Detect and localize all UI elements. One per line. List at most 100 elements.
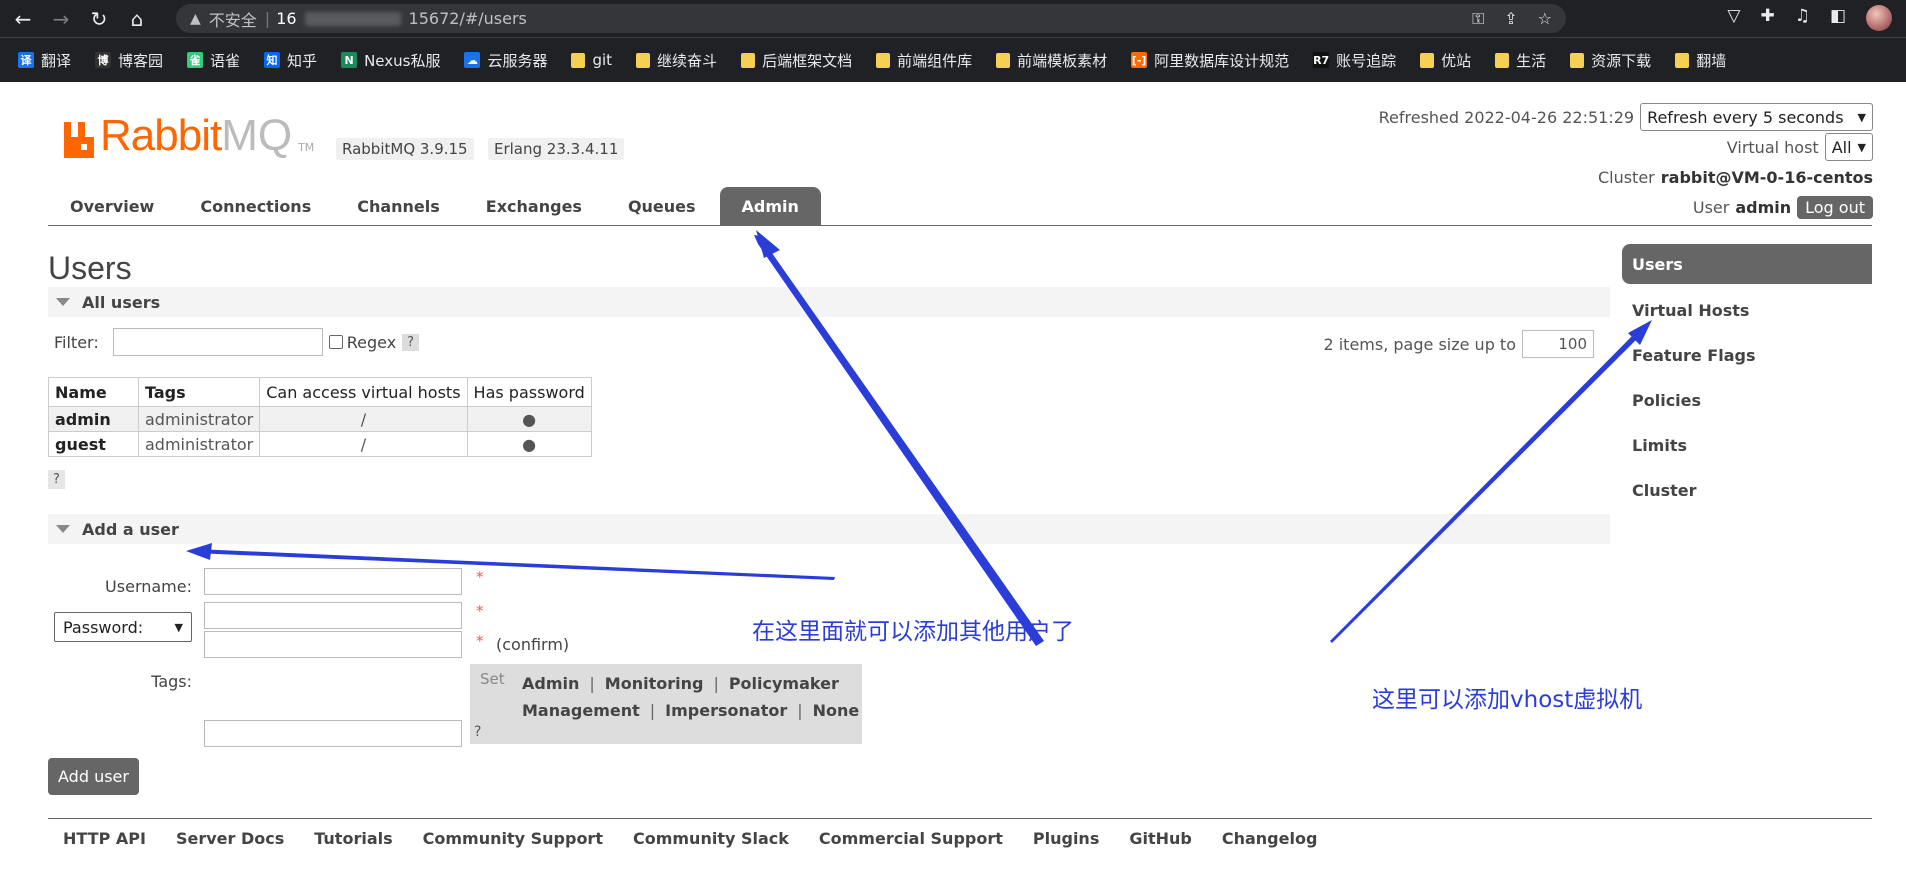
bookmark-item[interactable]: 翻墙: [1675, 50, 1726, 71]
zhihu-icon: 知: [264, 52, 281, 68]
refresh-interval-select[interactable]: Refresh every 5 seconds ▼: [1640, 103, 1873, 131]
bookmark-item[interactable]: 雀语雀: [187, 50, 240, 71]
add-user-button[interactable]: Add user: [48, 758, 139, 795]
bookmark-item[interactable]: 前端组件库: [876, 50, 972, 71]
footer-link-changelog[interactable]: Changelog: [1222, 829, 1318, 848]
bookmark-item[interactable]: 前端模板素材: [996, 50, 1107, 71]
vhost-label: Virtual host: [1726, 137, 1819, 157]
footer-link-plugins[interactable]: Plugins: [1033, 829, 1099, 848]
tab-overview[interactable]: Overview: [48, 187, 176, 225]
bookmark-item[interactable]: git: [571, 51, 612, 69]
tags-label: Tags:: [151, 672, 192, 691]
all-users-section-header[interactable]: All users: [48, 287, 1610, 317]
tag-admin-link[interactable]: Admin: [522, 674, 579, 693]
tag-management-link[interactable]: Management: [522, 701, 640, 720]
sidebar-item-policies[interactable]: Policies: [1622, 378, 1872, 423]
username-input[interactable]: [204, 568, 462, 595]
tag-impersonator-link[interactable]: Impersonator: [665, 701, 787, 720]
bookmark-label: 继续奋斗: [657, 51, 718, 70]
page-title: Users: [48, 250, 132, 286]
bookmark-item[interactable]: ☁ 云服务器: [464, 50, 547, 71]
bookmark-item[interactable]: 译翻译: [18, 50, 71, 71]
page-size-input[interactable]: 100: [1522, 330, 1594, 358]
sidebar-item-virtual-hosts[interactable]: Virtual Hosts: [1622, 288, 1872, 333]
footer-link-server-docs[interactable]: Server Docs: [176, 829, 284, 848]
footer-link-http-api[interactable]: HTTP API: [63, 829, 146, 848]
bookmark-item[interactable]: [-] 阿里数据库设计规范: [1131, 50, 1289, 71]
nexus-icon: N: [341, 52, 358, 68]
regex-help-button[interactable]: ?: [402, 333, 420, 351]
bookmark-item[interactable]: 继续奋斗: [636, 50, 717, 71]
column-header-has-password[interactable]: Has password: [466, 377, 592, 407]
user-name-link[interactable]: guest: [48, 431, 139, 457]
column-header-vhosts[interactable]: Can access virtual hosts: [259, 377, 468, 407]
password-select-value: Password:: [63, 617, 144, 637]
footer-link-github[interactable]: GitHub: [1129, 829, 1192, 848]
password-type-select[interactable]: Password: ▼: [54, 612, 192, 642]
add-user-section-header[interactable]: Add a user: [48, 514, 1610, 544]
column-header-name[interactable]: Name: [48, 377, 139, 407]
table-row[interactable]: admin administrator / ●: [48, 406, 592, 432]
bookmark-item[interactable]: 优站: [1420, 50, 1471, 71]
bookmark-label: 前端模板素材: [1017, 51, 1108, 70]
sidebar-item-cluster[interactable]: Cluster: [1622, 468, 1872, 513]
tab-exchanges[interactable]: Exchanges: [464, 187, 604, 225]
profile-avatar[interactable]: [1866, 5, 1892, 31]
sidebar-item-feature-flags[interactable]: Feature Flags: [1622, 333, 1872, 378]
address-bar[interactable]: ▲ 不安全 | 16 15672/#/users ⚿ ⇪ ☆: [176, 4, 1566, 33]
table-row[interactable]: guest administrator / ●: [48, 431, 592, 457]
bookmark-item[interactable]: 博博客园: [95, 50, 163, 71]
forward-arrow-icon[interactable]: →: [46, 4, 76, 34]
tab-queues[interactable]: Queues: [606, 187, 718, 225]
bookmark-item[interactable]: 资源下载: [1570, 50, 1651, 71]
table-help-button[interactable]: ?: [48, 470, 65, 489]
bookmark-item[interactable]: 生活: [1495, 50, 1546, 71]
tag-monitoring-link[interactable]: Monitoring: [605, 674, 704, 693]
footer-link-tutorials[interactable]: Tutorials: [314, 829, 392, 848]
set-label: Set: [480, 670, 505, 688]
url-path: 15672/#/users: [408, 9, 527, 28]
key-icon[interactable]: ⚿: [1472, 9, 1484, 29]
sidebar-item-users[interactable]: Users: [1622, 244, 1872, 284]
user-name-link[interactable]: admin: [48, 406, 139, 432]
tags-input[interactable]: [204, 720, 462, 747]
regex-checkbox[interactable]: [328, 335, 343, 349]
user-tags: administrator: [137, 431, 261, 457]
reload-icon[interactable]: ↻: [84, 4, 114, 34]
share-icon[interactable]: ⇪: [1504, 9, 1517, 29]
tag-none-link[interactable]: None: [813, 701, 860, 720]
tab-channels[interactable]: Channels: [335, 187, 462, 225]
bookmark-label: Nexus私服: [364, 51, 441, 70]
folder-icon: [636, 52, 651, 68]
footer-link-commercial-support[interactable]: Commercial Support: [819, 829, 1003, 848]
password-input[interactable]: [204, 602, 462, 629]
regex-label: Regex: [346, 332, 397, 352]
vhost-select[interactable]: All ▼: [1824, 133, 1873, 161]
star-icon[interactable]: ☆: [1538, 9, 1552, 29]
column-header-tags[interactable]: Tags: [137, 377, 261, 407]
tab-connections[interactable]: Connections: [178, 187, 333, 225]
footer-link-community-slack[interactable]: Community Slack: [633, 829, 789, 848]
translate-icon: 译: [18, 52, 34, 68]
tags-help-button[interactable]: ?: [474, 724, 481, 740]
bookmark-item[interactable]: 知知乎: [264, 50, 317, 71]
bookmark-item[interactable]: R7 账号追踪: [1313, 50, 1396, 71]
password-confirm-input[interactable]: [204, 631, 462, 658]
browser-toolbar: ← → ↻ ⌂ ▲ 不安全 | 16 15672/#/users ⚿ ⇪ ☆ ▽…: [0, 0, 1906, 37]
bookmark-item[interactable]: 后端框架文档: [741, 50, 852, 71]
home-icon[interactable]: ⌂: [122, 4, 152, 34]
sidebar-item-limits[interactable]: Limits: [1622, 423, 1872, 468]
side-panel-icon[interactable]: ◧: [1830, 6, 1846, 26]
yuque-icon: 雀: [187, 52, 204, 68]
back-arrow-icon[interactable]: ←: [8, 4, 38, 34]
tab-admin[interactable]: Admin: [719, 187, 821, 225]
extensions-puzzle-icon[interactable]: ✚: [1760, 6, 1774, 26]
vue-devtools-icon[interactable]: ▽: [1727, 6, 1740, 26]
filter-input[interactable]: [112, 328, 323, 356]
bookmark-item[interactable]: N Nexus私服: [341, 50, 440, 71]
footer-link-community-support[interactable]: Community Support: [423, 829, 603, 848]
rabbitmq-logo[interactable]: Rabbit MQ TM: [62, 114, 314, 158]
tag-policymaker-link[interactable]: Policymaker: [729, 674, 839, 693]
tag-shortcuts: Set Admin | Monitoring | Policymaker Managem…: [470, 664, 862, 744]
media-queue-icon[interactable]: ♫: [1795, 6, 1810, 26]
